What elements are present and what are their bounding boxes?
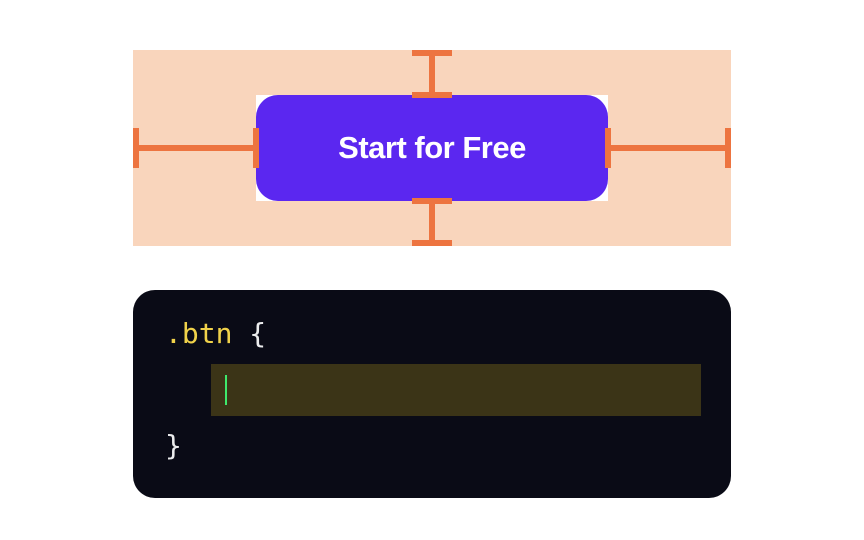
button-spacing-diagram: Start for Free (133, 50, 731, 246)
margin-cap-right-outer (725, 128, 731, 168)
margin-cap-left-outer (133, 128, 139, 168)
css-rule-close: } (165, 428, 699, 464)
margin-guide-right (607, 145, 731, 151)
start-for-free-button[interactable]: Start for Free (256, 95, 608, 201)
margin-guide-top (429, 50, 435, 96)
css-rule-open: .btn { (165, 316, 699, 352)
margin-cap-left-inner (253, 128, 259, 168)
text-cursor (225, 375, 227, 405)
margin-guide-left (133, 145, 257, 151)
css-selector: .btn (165, 317, 232, 350)
margin-cap-top-inner (412, 92, 452, 98)
css-input-line[interactable] (211, 364, 701, 416)
button-wrapper: Start for Free (256, 95, 608, 201)
margin-cap-right-inner (605, 128, 611, 168)
margin-cap-bottom-inner (412, 198, 452, 204)
css-editor: .btn { } (133, 290, 731, 498)
margin-cap-bottom-outer (412, 240, 452, 246)
margin-cap-top-outer (412, 50, 452, 56)
close-brace: } (165, 429, 182, 462)
open-brace: { (249, 317, 266, 350)
